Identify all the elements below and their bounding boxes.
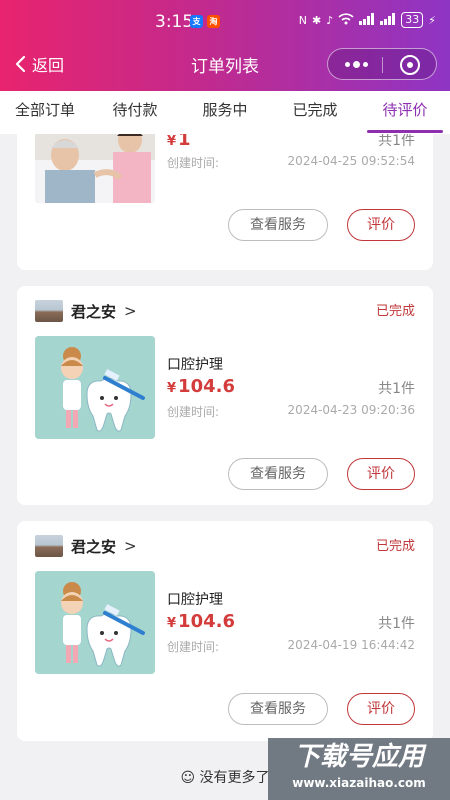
created-time-label: 创建时间: [167, 640, 220, 654]
created-time: 2024-04-23 09:20:36 [287, 403, 415, 417]
order-price: ¥104.6 [167, 376, 235, 397]
smile-icon: ☺ [180, 770, 196, 786]
rate-button[interactable]: 评价 [347, 693, 415, 725]
chevron-left-icon [15, 55, 26, 73]
shop-logo [35, 535, 63, 557]
close-miniprogram-button[interactable] [383, 49, 438, 81]
tab-to-review[interactable]: 待评价 [360, 91, 450, 134]
view-service-button[interactable]: 查看服务 [228, 693, 328, 725]
created-time: 2024-04-19 16:44:42 [287, 638, 415, 652]
order-price: ¥104.6 [167, 611, 235, 632]
shop-link[interactable]: 君之安 > [35, 300, 137, 322]
order-status: 已完成 [375, 304, 415, 319]
product-name: 口腔护理 [167, 592, 223, 608]
more-menu-button[interactable] [328, 49, 382, 81]
order-status: 已完成 [375, 539, 415, 554]
back-label: 返回 [32, 56, 65, 75]
shop-name: 君之安 [71, 537, 117, 556]
product-thumbnail [35, 336, 155, 439]
product-thumbnail [35, 134, 155, 203]
created-time-label: 创建时间: [167, 405, 220, 419]
order-quantity: 共1件 [378, 134, 415, 149]
order-tabs: 全部订单 待付款 服务中 已完成 待评价 [0, 91, 450, 134]
order-card: ¥1 共1件 创建时间: 2024-04-25 09:52:54 查看服务 评价 [17, 134, 433, 270]
tab-all-orders[interactable]: 全部订单 [0, 91, 90, 134]
order-quantity: 共1件 [378, 381, 415, 397]
order-quantity: 共1件 [378, 616, 415, 632]
taobao-notification-icon: 淘 [207, 15, 220, 28]
status-time: 3:15 [155, 12, 194, 32]
watermark: 下载号应用 www.xiazaihao.com [268, 738, 450, 800]
back-button[interactable]: 返回 [14, 52, 64, 76]
signal-icon [359, 12, 375, 28]
charging-icon: ⚡ [428, 13, 436, 27]
order-card: 君之安 > 已完成 口腔护理 ¥104.6 共1件 创建时间: 2024-04-… [17, 521, 433, 741]
rate-button[interactable]: 评价 [347, 458, 415, 490]
top-bar: 3:15 支 淘 N ✱ ♪ 33 ⚡ 返回 订单列表 [0, 0, 450, 91]
tab-pending-payment[interactable]: 待付款 [90, 91, 180, 134]
product-thumbnail [35, 571, 155, 674]
mute-icon: ♪ [326, 13, 334, 27]
order-card: 君之安 > 已完成 口腔护理 ¥104.6 共1件 创建时间: 2024-04-… [17, 286, 433, 505]
product-name: 口腔护理 [167, 357, 223, 373]
shop-link[interactable]: 君之安 > [35, 535, 137, 557]
chevron-right-icon: > [124, 537, 137, 555]
shop-logo [35, 300, 63, 322]
watermark-title: 下载号应用 [293, 742, 424, 772]
rate-button[interactable]: 评价 [347, 209, 415, 241]
wifi-icon [338, 12, 354, 28]
view-service-button[interactable]: 查看服务 [228, 209, 328, 241]
view-service-button[interactable]: 查看服务 [228, 458, 328, 490]
status-icons: N ✱ ♪ 33 ⚡ [299, 12, 436, 28]
alipay-notification-icon: 支 [190, 15, 203, 28]
miniprogram-capsule [327, 48, 437, 80]
signal-icon-2 [380, 12, 396, 28]
order-list[interactable]: ¥1 共1件 创建时间: 2024-04-25 09:52:54 查看服务 评价… [0, 134, 450, 800]
bluetooth-icon: ✱ [312, 13, 322, 27]
tab-completed[interactable]: 已完成 [270, 91, 360, 134]
tab-in-service[interactable]: 服务中 [180, 91, 270, 134]
chevron-right-icon: > [124, 302, 137, 320]
nfc-icon: N [298, 13, 308, 27]
order-price: ¥1 [167, 134, 191, 150]
created-time: 2024-04-25 09:52:54 [287, 154, 415, 168]
status-bar: 3:15 支 淘 N ✱ ♪ 33 ⚡ [0, 0, 450, 44]
shop-name: 君之安 [71, 302, 117, 321]
no-more-text: 没有更多了 [199, 770, 270, 786]
battery-icon: 33 [401, 12, 424, 28]
watermark-url: www.xiazaihao.com [292, 776, 426, 790]
created-time-label: 创建时间: [167, 156, 220, 170]
